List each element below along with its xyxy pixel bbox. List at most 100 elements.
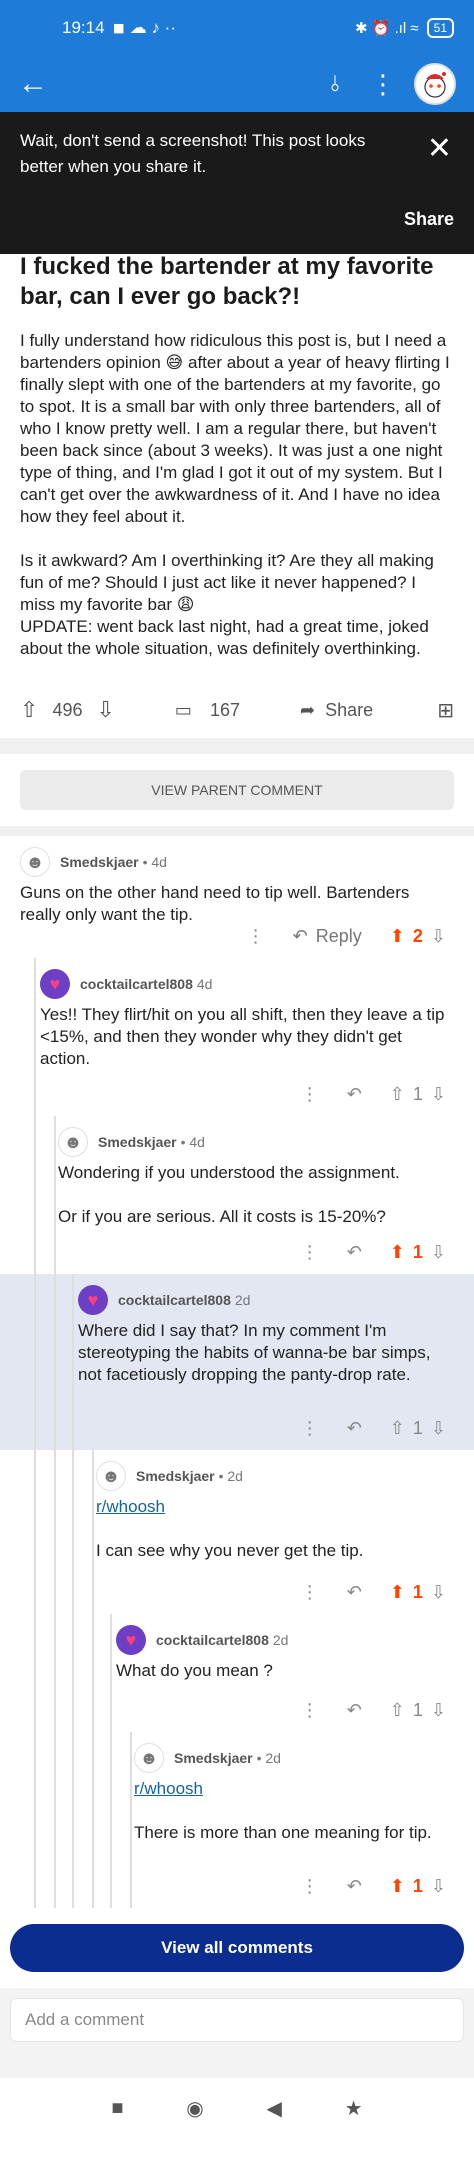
- thread-line[interactable]: [54, 1614, 56, 1732]
- thread-line[interactable]: [72, 1274, 74, 1450]
- vote-control: ⇧ 1 ⇩: [390, 1084, 446, 1105]
- thread-line[interactable]: [54, 1274, 56, 1450]
- author-avatar[interactable]: ♥: [78, 1285, 108, 1315]
- author-name[interactable]: cocktailcartel808: [156, 1632, 269, 1648]
- author-name[interactable]: cocktailcartel808: [80, 976, 193, 992]
- upvote-icon[interactable]: ⬆: [390, 1876, 405, 1897]
- comment-composer: Add a comment: [0, 1988, 474, 2078]
- more-icon[interactable]: ⋮: [301, 1582, 319, 1603]
- thread-line[interactable]: [130, 1732, 132, 1908]
- downvote-icon[interactable]: ⇩: [431, 1418, 446, 1439]
- add-comment-input[interactable]: Add a comment: [10, 1998, 464, 2042]
- comment-actions: ⋮ ↶ Reply ⬆ 2 ⇩: [247, 914, 454, 958]
- downvote-icon[interactable]: ⇩: [431, 1582, 446, 1603]
- comment-text: Where did I say that? In my comment I'm …: [78, 1321, 431, 1384]
- thread-line[interactable]: [92, 1450, 94, 1614]
- author-name[interactable]: cocktailcartel808: [118, 1292, 231, 1308]
- more-icon[interactable]: ⋮: [247, 926, 265, 947]
- downvote-icon[interactable]: ⇩: [96, 697, 114, 723]
- downvote-icon[interactable]: ⇩: [431, 1242, 446, 1263]
- thread-line[interactable]: [34, 1116, 36, 1274]
- thread-line[interactable]: [110, 1614, 112, 1732]
- reply-button[interactable]: ↶ Reply: [293, 926, 362, 947]
- author-avatar[interactable]: ☻: [96, 1461, 126, 1491]
- comment-header: ☻ Smedskjaer • 4d: [58, 1122, 454, 1162]
- comment: ♥ cocktailcartel808 4d Yes!! They flirt/hit…: [0, 958, 474, 1116]
- author-name[interactable]: Smedskjaer: [98, 1134, 177, 1150]
- user-avatar[interactable]: [414, 63, 456, 105]
- thread-line[interactable]: [34, 1450, 36, 1614]
- thread-line[interactable]: [54, 1450, 56, 1614]
- reply-icon[interactable]: ↶: [347, 1084, 362, 1105]
- more-icon[interactable]: ⋮: [301, 1418, 319, 1439]
- share-button[interactable]: ➦ Share: [300, 700, 373, 721]
- downvote-icon[interactable]: ⇩: [431, 1084, 446, 1105]
- thread-line[interactable]: [34, 958, 36, 1116]
- back-arrow-icon[interactable]: ←: [18, 69, 48, 99]
- sort-icon[interactable]: ⫰: [330, 71, 340, 97]
- award-icon[interactable]: ⊞: [437, 698, 454, 723]
- reply-icon[interactable]: ↶: [347, 1876, 362, 1897]
- thread-line[interactable]: [54, 1116, 56, 1274]
- comments-button[interactable]: ▭ 167: [175, 700, 240, 721]
- upvote-icon[interactable]: ⬆: [390, 926, 405, 947]
- more-icon[interactable]: ⋮: [301, 1242, 319, 1263]
- reply-icon[interactable]: ↶: [347, 1242, 362, 1263]
- comment-actions: ⋮ ↶ ⬆ 1 ⇩: [301, 1864, 454, 1908]
- more-icon[interactable]: ⋮: [301, 1700, 319, 1721]
- comment-age: 2d: [234, 1292, 251, 1308]
- more-icon[interactable]: ⋮: [301, 1876, 319, 1897]
- author-avatar[interactable]: ☻: [58, 1127, 88, 1157]
- thread-line[interactable]: [72, 1450, 74, 1614]
- upvote-icon[interactable]: ⇧: [390, 1084, 405, 1105]
- author-name[interactable]: Smedskjaer: [60, 854, 139, 870]
- comment-body: Where did I say that? In my comment I'm …: [78, 1320, 454, 1386]
- author-name[interactable]: Smedskjaer: [136, 1468, 215, 1484]
- divider: [0, 738, 474, 754]
- thread-line[interactable]: [34, 1614, 36, 1732]
- accessibility-icon[interactable]: ★: [345, 2096, 363, 2121]
- post-body: I fully understand how ridiculous this p…: [20, 330, 454, 660]
- thread-line[interactable]: [92, 1614, 94, 1732]
- author-avatar[interactable]: ♥: [116, 1625, 146, 1655]
- thread-line[interactable]: [72, 1614, 74, 1732]
- upvote-icon[interactable]: ⬆: [390, 1242, 405, 1263]
- comment-body: r/whoosh There is more than one meaning f…: [134, 1778, 454, 1844]
- thread-line[interactable]: [110, 1732, 112, 1908]
- reply-icon[interactable]: ↶: [347, 1582, 362, 1603]
- author-avatar[interactable]: ☻: [20, 847, 50, 877]
- subreddit-link[interactable]: r/whoosh: [96, 1497, 165, 1516]
- home-icon[interactable]: ◉: [186, 2096, 203, 2121]
- comment-age: 4d: [196, 976, 213, 992]
- thread-line[interactable]: [34, 1274, 36, 1450]
- upvote-icon[interactable]: ⇧: [390, 1700, 405, 1721]
- banner-share-button[interactable]: Share: [404, 209, 454, 230]
- author-name[interactable]: Smedskjaer: [174, 1750, 253, 1766]
- more-options-icon[interactable]: ⋮: [370, 69, 396, 100]
- subreddit-link[interactable]: r/whoosh: [134, 1779, 203, 1798]
- comment-header: ♥ cocktailcartel808 4d: [40, 964, 454, 1004]
- author-avatar[interactable]: ♥: [40, 969, 70, 999]
- thread-line[interactable]: [72, 1732, 74, 1908]
- view-all-comments-button[interactable]: View all comments: [10, 1924, 464, 1972]
- vote-control: ⇧ 1 ⇩: [390, 1700, 446, 1721]
- reply-icon[interactable]: ↶: [347, 1700, 362, 1721]
- view-parent-comment-button[interactable]: VIEW PARENT COMMENT: [20, 770, 454, 810]
- upvote-icon[interactable]: ⇧: [20, 697, 38, 723]
- thread-line[interactable]: [34, 1732, 36, 1908]
- thread-line[interactable]: [92, 1732, 94, 1908]
- author-avatar[interactable]: ☻: [134, 1743, 164, 1773]
- upvote-icon[interactable]: ⇧: [390, 1418, 405, 1439]
- downvote-icon[interactable]: ⇩: [431, 926, 446, 947]
- back-icon[interactable]: ◀: [267, 2096, 282, 2121]
- upvote-icon[interactable]: ⬆: [390, 1582, 405, 1603]
- recents-icon[interactable]: ■: [111, 2097, 123, 2120]
- reply-icon[interactable]: ↶: [347, 1418, 362, 1439]
- downvote-icon[interactable]: ⇩: [431, 1876, 446, 1897]
- comment-icon: ▭: [174, 699, 192, 720]
- close-icon[interactable]: ✕: [427, 134, 452, 164]
- downvote-icon[interactable]: ⇩: [431, 1700, 446, 1721]
- thread-line[interactable]: [54, 1732, 56, 1908]
- more-icon[interactable]: ⋮: [301, 1084, 319, 1105]
- vote-count: 1: [412, 1581, 423, 1602]
